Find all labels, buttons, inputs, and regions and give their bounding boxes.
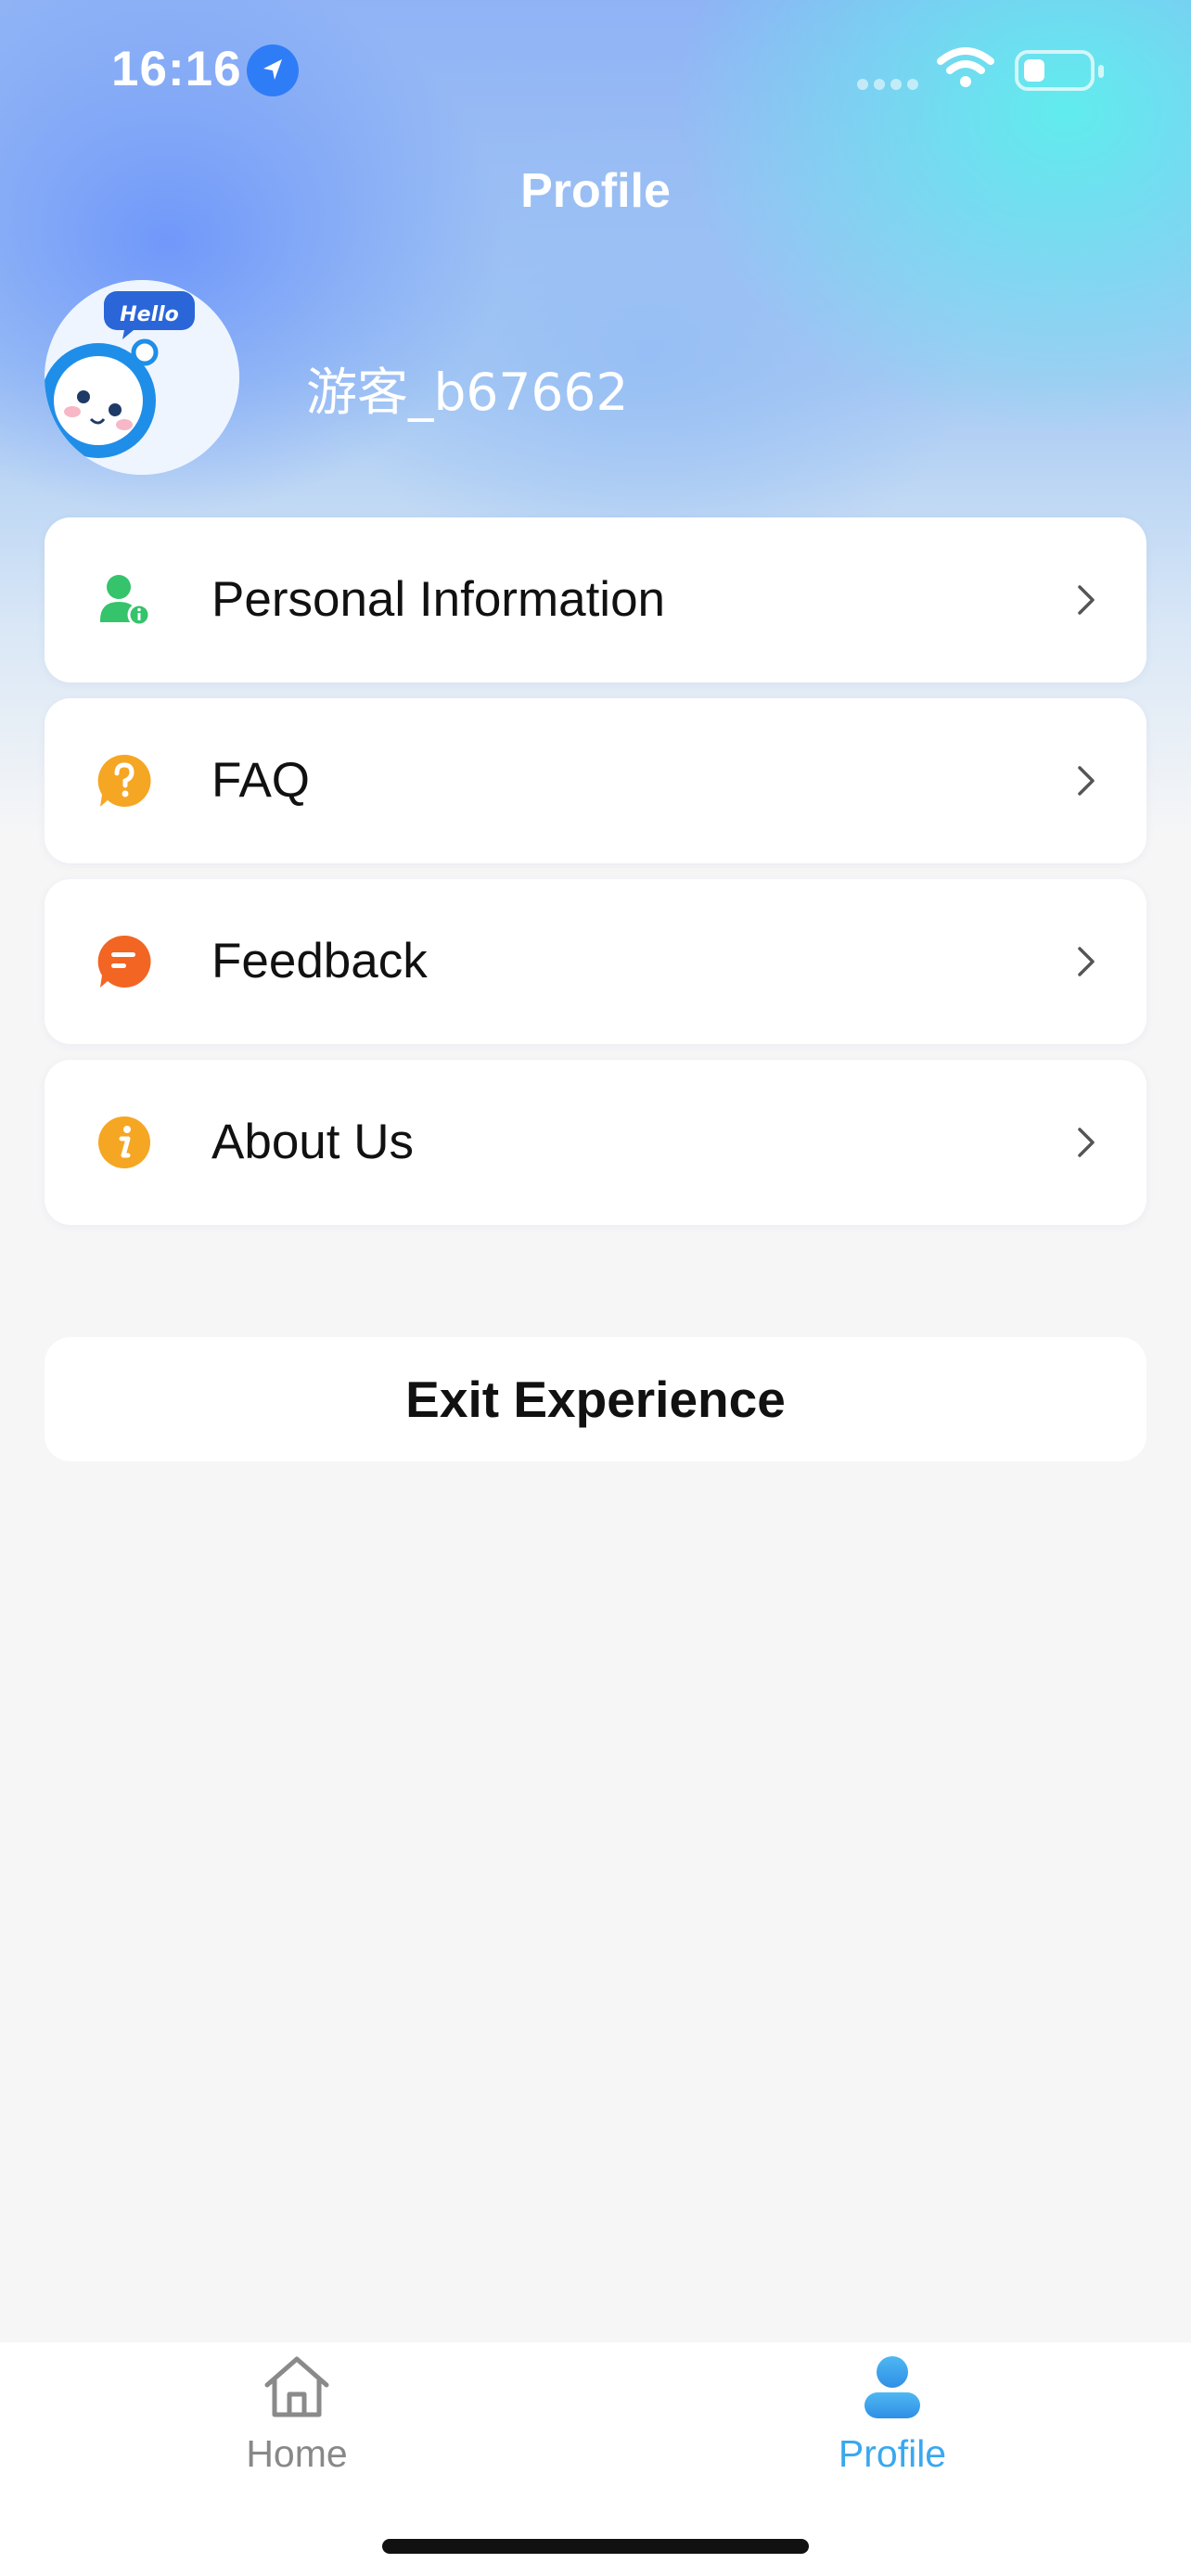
info-icon xyxy=(96,1115,152,1170)
menu-item-feedback[interactable]: Feedback xyxy=(45,879,1146,1044)
menu-item-label: Feedback xyxy=(211,934,428,988)
tab-home-label: Home xyxy=(246,2432,348,2475)
home-indicator xyxy=(382,2539,809,2554)
menu-item-label: FAQ xyxy=(211,753,311,808)
wifi-icon xyxy=(937,46,994,94)
chevron-right-icon xyxy=(1061,937,1109,986)
menu-item-faq[interactable]: FAQ xyxy=(45,698,1146,863)
status-bar: 16:16 xyxy=(0,0,1191,139)
menu-item-label: About Us xyxy=(211,1115,415,1169)
chevron-right-icon xyxy=(1061,576,1109,624)
avatar[interactable]: Hello xyxy=(45,280,239,475)
tab-profile-label: Profile xyxy=(838,2432,947,2475)
battery-icon xyxy=(1015,50,1104,91)
menu-item-label: Personal Information xyxy=(211,572,666,627)
username: 游客_b67662 xyxy=(306,363,629,422)
exit-experience-button[interactable]: Exit Experience xyxy=(45,1337,1146,1461)
chevron-right-icon xyxy=(1061,1118,1109,1167)
tab-profile[interactable]: Profile xyxy=(707,2352,1078,2476)
location-arrow-icon xyxy=(247,45,299,96)
profile-icon xyxy=(707,2352,1078,2427)
chevron-right-icon xyxy=(1061,757,1109,805)
page-title: Profile xyxy=(520,164,671,218)
tab-home[interactable]: Home xyxy=(111,2352,482,2476)
user-info-icon xyxy=(96,572,152,628)
question-icon xyxy=(96,753,152,809)
avatar-badge-text: Hello xyxy=(120,303,179,326)
menu-item-about-us[interactable]: About Us xyxy=(45,1060,1146,1225)
menu-item-personal-information[interactable]: Personal Information xyxy=(45,517,1146,682)
feedback-icon xyxy=(96,934,152,989)
home-icon xyxy=(111,2352,482,2427)
signal-dots-icon xyxy=(857,78,924,95)
status-time: 16:16 xyxy=(111,42,242,96)
